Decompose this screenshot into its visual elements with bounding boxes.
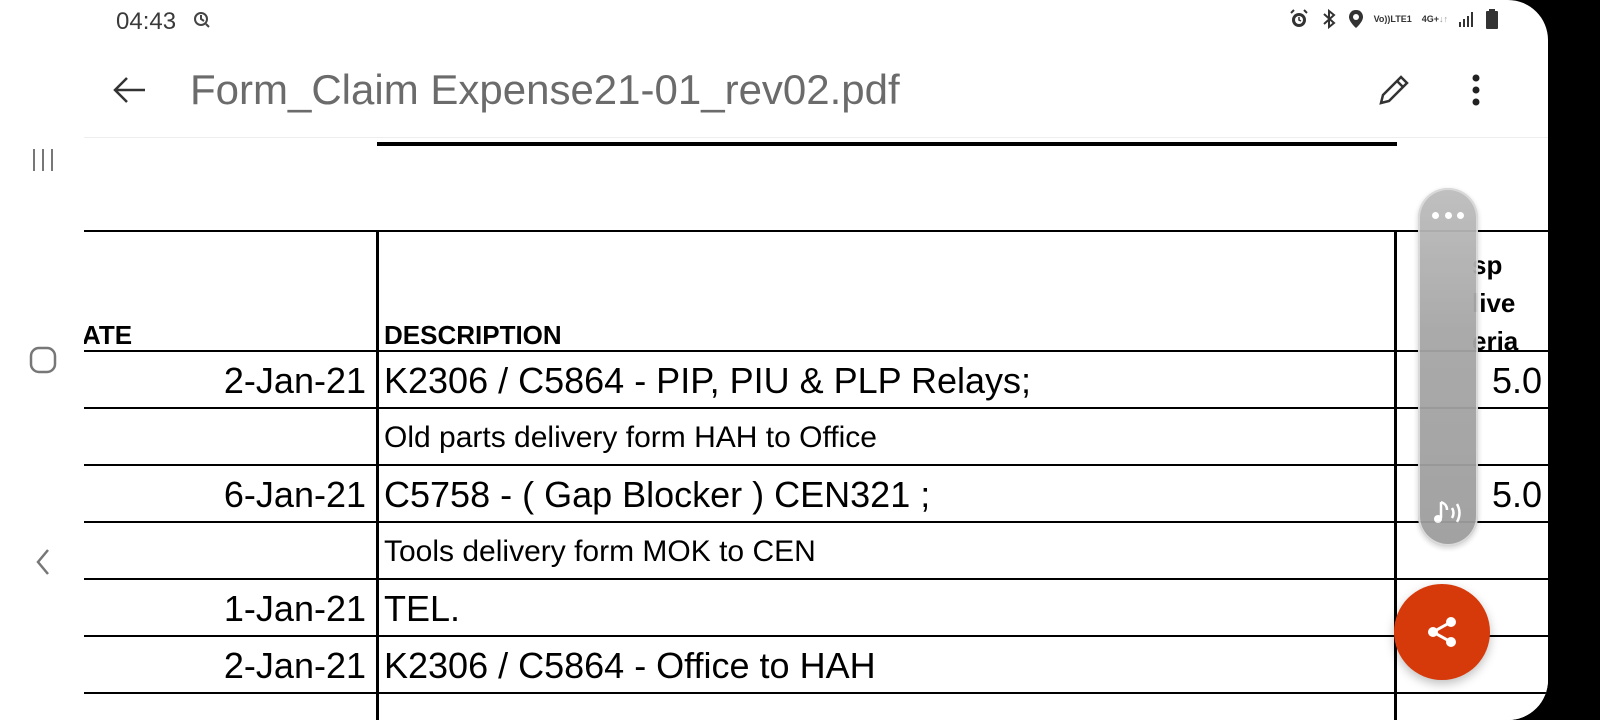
app-bar: Form_Claim Expense21-01_rev02.pdf [84,42,1548,138]
recents-icon[interactable] [26,143,60,177]
header-extra: sp live eria [1472,246,1548,360]
status-bar: 04:43 Vo)) LTE1 4G+ ↓↑ [0,0,1548,42]
row-description: Tools delivery form MOK to CEN [384,535,816,568]
row-description: C5758 - ( Gap Blocker ) CEN321 ; [384,474,931,515]
location-icon [1348,8,1364,30]
status-icons: Vo)) LTE1 4G+ ↓↑ [1288,8,1498,30]
more-vertical-icon[interactable] [1456,68,1496,112]
row-date: 2-Jan-21 [223,645,366,686]
row-description: TEL. [384,588,461,629]
table-row: Old parts delivery form HAH to Office [84,409,1548,466]
row-date: 1-Jan-21 [223,588,366,629]
pencil-icon[interactable] [1372,68,1416,112]
clock: 04:43 [116,8,177,35]
network-label: Vo)) LTE1 [1374,14,1412,24]
header-extra-line-2: live [1472,288,1516,318]
network-top-label: Vo)) [1373,14,1391,24]
signal-icon [1458,10,1476,28]
network-bottom-label: LTE1 [1390,14,1412,24]
row-amount: 5.0 [1492,360,1543,401]
row-description: Old parts delivery form HAH to Office [384,421,877,454]
table-row: Tools delivery form MOK to CEN [84,523,1548,580]
share-icon [1428,617,1456,647]
row-date: 2-Jan-21 [223,360,366,401]
home-icon[interactable] [26,343,60,377]
network-type-label: 4G+ ↓↑ [1422,14,1448,24]
table-row: 2-Jan-21 K2306 / C5864 - PIP, PIU & PLP … [84,352,1548,409]
more-horizontal-icon[interactable] [1432,210,1464,220]
battery-icon [1486,9,1498,29]
header-description: DESCRIPTION [384,320,562,350]
floating-panel[interactable] [1418,188,1478,546]
bluetooth-icon [1320,8,1338,30]
pdf-page[interactable]: ATE DESCRIPTION sp live eria 2-Jan-21 K2… [84,138,1548,720]
column-divider [376,230,379,720]
share-button[interactable] [1394,584,1490,680]
header-date: ATE [84,320,133,350]
alarm-icon [1288,8,1310,30]
table-row: 2-Jan-21 K2306 / C5864 - Office to HAH [84,637,1548,694]
back-icon[interactable] [26,545,60,579]
document-title: Form_Claim Expense21-01_rev02.pdf [190,66,900,113]
table-header-row: ATE DESCRIPTION sp live eria [84,230,1548,356]
data-arrows-icon: ↓↑ [1439,14,1448,24]
table-row: 6-Jan-21 C5758 - ( Gap Blocker ) CEN321 … [84,466,1548,523]
expense-table: ATE DESCRIPTION sp live eria 2-Jan-21 K2… [84,230,1548,694]
back-arrow-icon[interactable] [110,70,150,110]
read-aloud-icon[interactable] [1430,496,1468,530]
row-date: 6-Jan-21 [223,474,366,515]
header-extra-line-1: sp [1472,250,1503,280]
row-amount: 5.0 [1492,474,1543,515]
row-description: K2306 / C5864 - PIP, PIU & PLP Relays; [384,360,1032,401]
table-row: 1-Jan-21 TEL. [84,580,1548,637]
network-type-text: 4G+ [1421,14,1439,24]
page-rule [377,142,1397,146]
system-nav [0,0,84,720]
phone-screen: 04:43 Vo)) LTE1 4G+ ↓↑ Form_Claim Expens… [0,0,1548,720]
sync-icon [192,10,210,33]
row-description: K2306 / C5864 - Office to HAH [384,645,876,686]
